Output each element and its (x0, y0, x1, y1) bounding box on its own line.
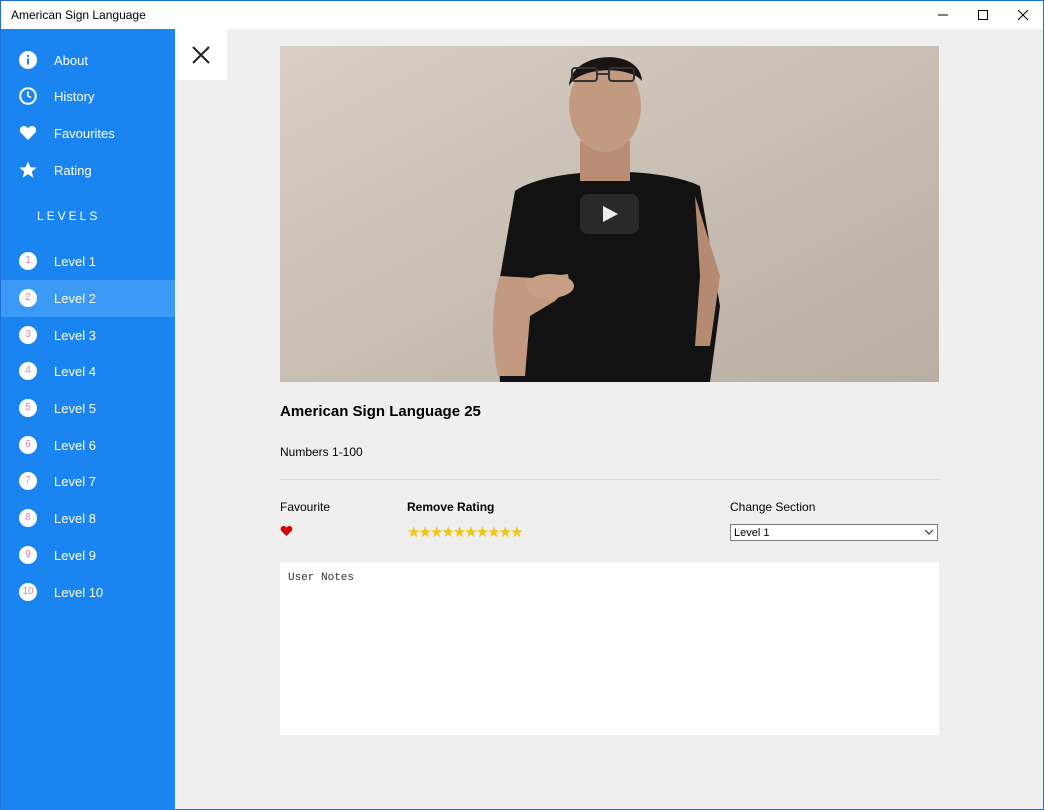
star-icon[interactable]: ★ (407, 524, 421, 541)
user-notes-input[interactable] (280, 562, 939, 735)
sidebar-item-label: Favourites (54, 126, 115, 141)
close-icon (1018, 10, 1028, 20)
star-icon[interactable]: ★ (476, 524, 490, 541)
change-section-label: Change Section (730, 500, 816, 514)
sidebar-item-label: Rating (54, 163, 92, 178)
level-number-badge: 1 (19, 252, 37, 270)
video-player[interactable] (280, 46, 939, 382)
star-icon[interactable]: ★ (464, 524, 478, 541)
close-icon (192, 45, 210, 64)
maximize-button[interactable] (963, 1, 1003, 29)
sidebar-item-level-4[interactable]: 4 Level 4 (1, 353, 175, 390)
divider (280, 479, 939, 480)
sidebar-item-level-6[interactable]: 6 Level 6 (1, 427, 175, 464)
star-icon[interactable]: ★ (453, 524, 467, 541)
level-number-badge: 6 (19, 436, 37, 454)
sidebar-item-label: Level 5 (54, 401, 96, 416)
star-icon[interactable]: ★ (499, 524, 513, 541)
remove-rating-button[interactable]: Remove Rating (407, 500, 494, 514)
sidebar-item-label: About (54, 53, 88, 68)
star-icon[interactable]: ★ (430, 524, 444, 541)
sidebar-item-level-7[interactable]: 7 Level 7 (1, 463, 175, 500)
sidebar-item-label: Level 10 (54, 585, 104, 600)
sidebar-item-about[interactable]: About (1, 42, 175, 79)
favourite-label: Favourite (280, 500, 331, 514)
favourite-toggle[interactable] (280, 524, 293, 542)
levels-header: LEVELS (37, 209, 101, 223)
level-number-badge: 2 (19, 289, 37, 307)
sidebar: About History Favourites Rating LEVELS 1… (1, 29, 175, 810)
heart-icon (280, 525, 293, 537)
level-number-badge: 5 (19, 399, 37, 417)
video-subtitle: Numbers 1-100 (280, 445, 363, 459)
sidebar-item-label: Level 1 (54, 254, 96, 269)
info-icon (19, 51, 37, 69)
sidebar-item-label: Level 4 (54, 364, 96, 379)
star-icon[interactable]: ★ (441, 524, 455, 541)
title-bar: American Sign Language (1, 1, 1043, 29)
window-close-button[interactable] (1003, 1, 1043, 29)
star-icon[interactable]: ★ (510, 524, 524, 541)
minimize-icon (938, 14, 948, 16)
sidebar-item-label: Level 7 (54, 474, 96, 489)
level-number-badge: 10 (19, 583, 37, 601)
sidebar-item-label: Level 9 (54, 548, 96, 563)
level-number-badge: 4 (19, 362, 37, 380)
sidebar-item-label: Level 8 (54, 511, 96, 526)
sidebar-item-level-3[interactable]: 3 Level 3 (1, 317, 175, 354)
sidebar-item-label: Level 3 (54, 328, 96, 343)
play-button[interactable] (580, 194, 639, 234)
window-title: American Sign Language (11, 8, 146, 22)
section-select[interactable]: Level 1 (730, 524, 938, 541)
heart-icon (19, 126, 37, 140)
sidebar-item-favourites[interactable]: Favourites (1, 115, 175, 152)
sidebar-item-level-9[interactable]: 9 Level 9 (1, 537, 175, 574)
star-icon (19, 161, 37, 178)
level-number-badge: 8 (19, 509, 37, 527)
maximize-icon (978, 10, 988, 20)
sidebar-item-rating[interactable]: Rating (1, 152, 175, 189)
level-number-badge: 9 (19, 546, 37, 564)
section-select-value: Level 1 (734, 527, 770, 539)
sidebar-item-level-8[interactable]: 8 Level 8 (1, 500, 175, 537)
app-window: American Sign Language About History Fav… (0, 0, 1044, 810)
video-title: American Sign Language 25 (280, 403, 481, 420)
sidebar-item-label: Level 6 (54, 438, 96, 453)
level-number-badge: 7 (19, 472, 37, 490)
sidebar-item-label: History (54, 89, 95, 104)
sidebar-item-level-5[interactable]: 5 Level 5 (1, 390, 175, 427)
close-panel-button[interactable] (175, 29, 227, 80)
sidebar-item-history[interactable]: History (1, 78, 175, 115)
sidebar-item-level-1[interactable]: 1 Level 1 (1, 243, 175, 280)
level-number-badge: 3 (19, 326, 37, 344)
minimize-button[interactable] (923, 1, 963, 29)
star-icon[interactable]: ★ (487, 524, 501, 541)
clock-icon (19, 87, 37, 105)
chevron-down-icon (924, 529, 934, 535)
sidebar-item-level-2[interactable]: 2 Level 2 (1, 280, 175, 317)
star-icon[interactable]: ★ (418, 524, 432, 541)
sidebar-item-label: Level 2 (54, 291, 96, 306)
sidebar-item-level-10[interactable]: 10 Level 10 (1, 574, 175, 611)
star-rating[interactable]: ★★★★★★★★★★ (407, 523, 524, 541)
play-icon (602, 206, 618, 222)
